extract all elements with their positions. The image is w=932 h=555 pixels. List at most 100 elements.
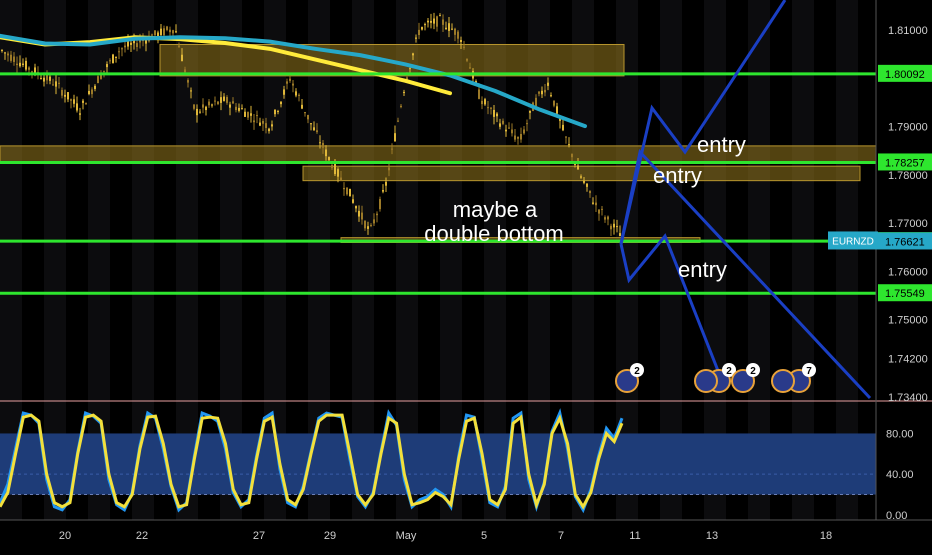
candle	[367, 226, 369, 229]
candle	[343, 187, 345, 190]
candle	[397, 120, 399, 122]
candle	[481, 100, 483, 105]
annotation-label[interactable]: double bottom	[424, 221, 563, 246]
candle	[226, 97, 228, 103]
date-tick-label: 13	[706, 530, 718, 542]
candle	[523, 129, 525, 134]
annotation-label[interactable]: entry	[653, 163, 702, 188]
flag-icon[interactable]	[771, 369, 795, 393]
candle	[619, 233, 621, 237]
candle	[79, 113, 81, 115]
date-tick-label: 11	[629, 530, 640, 542]
candle	[49, 76, 51, 81]
candle	[301, 104, 303, 109]
candle	[73, 99, 75, 104]
candle	[115, 56, 117, 58]
candle	[388, 167, 390, 171]
oscillator-tick-label: 40.00	[886, 469, 914, 481]
candle	[610, 225, 612, 230]
candle	[190, 90, 192, 92]
candle	[553, 100, 555, 106]
candle	[430, 20, 432, 23]
candle	[127, 41, 129, 47]
candle	[238, 107, 240, 111]
candle	[409, 68, 411, 70]
candle	[373, 219, 375, 224]
candle	[58, 82, 60, 84]
candle	[316, 130, 318, 133]
candle	[442, 19, 444, 25]
candle	[265, 123, 267, 128]
candle	[10, 54, 12, 61]
candle	[601, 208, 603, 210]
annotation-label[interactable]: maybe a	[453, 197, 538, 222]
candle	[538, 91, 540, 94]
candle	[586, 183, 588, 187]
oscillator-tick-label: 80.00	[886, 428, 914, 440]
candle	[433, 18, 435, 24]
candle	[535, 97, 537, 106]
candle	[370, 224, 372, 226]
candle	[436, 16, 438, 27]
candle	[544, 89, 546, 93]
candle	[169, 29, 171, 33]
candle	[94, 85, 96, 89]
candle	[490, 107, 492, 109]
candle	[349, 188, 351, 197]
candle	[379, 199, 381, 210]
candle	[271, 124, 273, 127]
chart-canvas[interactable]: entry entry entry maybe a double bottom 2227…	[0, 0, 932, 550]
candle	[616, 226, 618, 228]
candle	[550, 95, 552, 97]
candle	[580, 176, 582, 178]
candle	[175, 31, 177, 33]
candle	[121, 48, 123, 50]
price-tick-label: 1.75000	[888, 315, 928, 327]
flag-icon[interactable]	[694, 369, 718, 393]
candle	[421, 27, 423, 30]
candle	[19, 62, 21, 67]
candle	[232, 101, 234, 104]
candle	[565, 136, 567, 138]
candle	[223, 96, 225, 101]
candle	[427, 20, 429, 23]
candle	[499, 123, 501, 127]
candle	[412, 53, 414, 56]
candle	[25, 60, 27, 70]
candle	[88, 90, 90, 95]
candle	[604, 217, 606, 220]
candle	[304, 111, 306, 114]
candle	[607, 216, 609, 220]
candle	[352, 199, 354, 203]
annotation-label[interactable]: entry	[697, 132, 746, 157]
candle	[529, 110, 531, 113]
candle	[214, 100, 216, 102]
candle	[274, 109, 276, 115]
candle	[568, 144, 570, 146]
candle	[28, 67, 30, 70]
candle	[205, 106, 207, 111]
candle	[160, 28, 162, 36]
candle	[154, 30, 156, 36]
candle	[376, 213, 378, 216]
candle	[319, 142, 321, 144]
candle	[571, 154, 573, 158]
candle	[496, 113, 498, 117]
price-tick-label: 1.79000	[888, 122, 928, 134]
annotation-label[interactable]: entry	[678, 257, 727, 282]
candle	[193, 104, 195, 109]
candle	[592, 202, 594, 204]
candle	[199, 111, 201, 113]
candle	[346, 187, 348, 195]
candle	[391, 148, 393, 150]
candle	[334, 163, 336, 175]
candle	[463, 46, 465, 48]
candle	[16, 63, 18, 66]
chart-svg[interactable]: entryentryentrymaybe adouble bottom 2227…	[0, 0, 932, 550]
candle	[259, 122, 261, 126]
candle	[181, 54, 183, 62]
candle	[124, 45, 126, 48]
candle	[337, 169, 339, 177]
candle	[136, 43, 138, 47]
price-tick-label: 1.81000	[888, 25, 928, 37]
